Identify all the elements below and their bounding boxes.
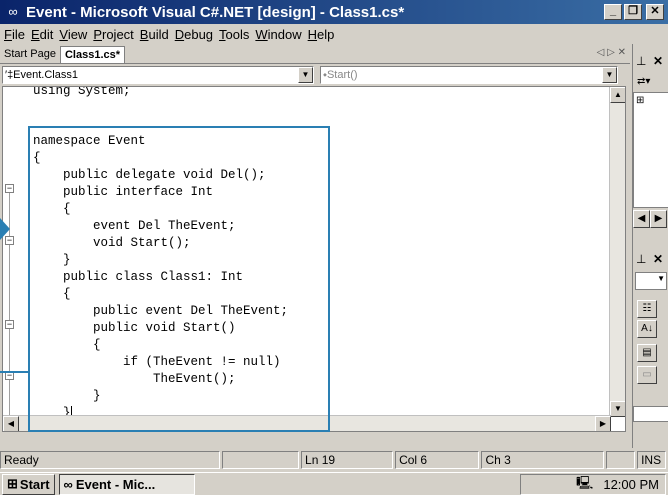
scroll-up-icon[interactable]: ▲ [610, 87, 625, 103]
chevron-down-icon[interactable]: ▼ [602, 67, 617, 83]
properties-icon[interactable]: ▤ [637, 344, 657, 362]
callout-line [0, 371, 28, 373]
close-icon[interactable]: ✕ [653, 54, 663, 68]
window-title: Event - Microsoft Visual C#.NET [design]… [26, 3, 405, 21]
navigation-bar: ′‡Event.Class1 ▼ ⬩Start() ▼ [0, 64, 630, 86]
status-empty [222, 451, 300, 469]
callout-highlight-box [28, 126, 330, 432]
start-button[interactable]: ⊞ Start [2, 473, 55, 495]
chevron-down-icon[interactable]: ▼ [657, 274, 665, 283]
tab-nav-controls[interactable]: ◁ ▷ ✕ [597, 47, 626, 58]
menu-view[interactable]: View [59, 27, 93, 42]
minimize-button[interactable]: _ [604, 4, 622, 20]
categorized-icon[interactable]: ☷ [637, 300, 657, 318]
menu-window[interactable]: Window [255, 27, 307, 42]
status-ch: Ch 3 [481, 451, 605, 469]
scroll-right-icon[interactable]: ▶ [650, 210, 667, 228]
callout-arrow-icon [0, 218, 10, 240]
pin-icon[interactable]: ⊥ [636, 54, 646, 68]
menu-bar: File Edit View Project Build Debug Tools… [0, 24, 668, 44]
solution-tree[interactable]: ⊞ [633, 92, 668, 208]
menu-help[interactable]: Help [308, 27, 341, 42]
taskbar: ⊞ Start ∞ Event - Mic... 🖳 12:00 PM [0, 472, 668, 495]
taskbar-item-label: Event - Mic... [75, 476, 156, 492]
network-icon[interactable]: 🖳 [576, 474, 593, 495]
status-spacer [606, 451, 636, 469]
status-ready: Ready [0, 451, 221, 469]
status-ins: INS [637, 451, 666, 469]
status-col: Col 6 [395, 451, 480, 469]
scroll-left-icon[interactable]: ◀ [633, 210, 650, 228]
restore-button[interactable]: ❐ [624, 4, 642, 20]
vertical-scrollbar[interactable]: ▲ ▼ [609, 87, 625, 417]
vs-infinity-icon: ∞ [63, 476, 73, 492]
property-value-field[interactable] [633, 406, 668, 422]
collapse-class-icon[interactable]: − [5, 320, 14, 329]
menu-debug[interactable]: Debug [175, 27, 219, 42]
taskbar-item-event[interactable]: ∞ Event - Mic... [58, 473, 195, 495]
dropdown-icon[interactable]: ⇄▾ [637, 76, 650, 87]
menu-edit[interactable]: Edit [31, 27, 59, 42]
property-pages-icon[interactable]: ▭ [637, 366, 657, 384]
member-combo-value: ⬩Start() [323, 68, 358, 81]
menu-build[interactable]: Build [140, 27, 175, 42]
chevron-down-icon[interactable]: ▼ [298, 67, 313, 83]
menu-tools[interactable]: Tools [219, 27, 255, 42]
windows-logo-icon: ⊞ [7, 476, 18, 491]
type-combo[interactable]: ′‡Event.Class1 ▼ [2, 66, 314, 84]
alphabetical-icon[interactable]: A↓ [637, 320, 657, 338]
scroll-down-icon[interactable]: ▼ [610, 401, 625, 417]
system-tray: 🖳 12:00 PM [520, 474, 666, 495]
document-tabs: Start Page Class1.cs* ◁ ▷ ✕ [0, 44, 630, 64]
menu-file[interactable]: File [4, 27, 31, 42]
scroll-right-icon[interactable]: ▶ [595, 416, 611, 431]
close-button[interactable]: ✕ [646, 4, 664, 20]
status-line: Ln 19 [301, 451, 394, 469]
properties-object-combo[interactable]: ▼ [635, 272, 667, 290]
clock[interactable]: 12:00 PM [603, 477, 659, 492]
close-icon[interactable]: ✕ [653, 252, 663, 266]
docked-tool-pane: ⊥ ✕ ⇄▾ ⊞ ◀ ▶ ⊥ ✕ ▼ ☷ A↓ ▤ ▭ [632, 44, 668, 448]
tab-start-page[interactable]: Start Page [0, 46, 60, 63]
menu-project[interactable]: Project [93, 27, 139, 42]
code-line-1: using System; [33, 86, 131, 98]
scroll-left-icon[interactable]: ◀ [3, 416, 19, 431]
vs-infinity-icon: ∞ [8, 4, 18, 19]
member-combo[interactable]: ⬩Start() ▼ [320, 66, 618, 84]
start-label: Start [19, 476, 50, 492]
collapse-namespace-icon[interactable]: − [5, 184, 14, 193]
tab-class1[interactable]: Class1.cs* [59, 46, 126, 63]
status-bar: Ready Ln 19 Col 6 Ch 3 INS [0, 450, 668, 470]
pin-icon[interactable]: ⊥ [636, 252, 646, 266]
tree-node-icon[interactable]: ⊞ [636, 95, 644, 106]
type-combo-value: ′‡Event.Class1 [5, 69, 78, 81]
title-bar: ∞ Event - Microsoft Visual C#.NET [desig… [0, 0, 668, 24]
